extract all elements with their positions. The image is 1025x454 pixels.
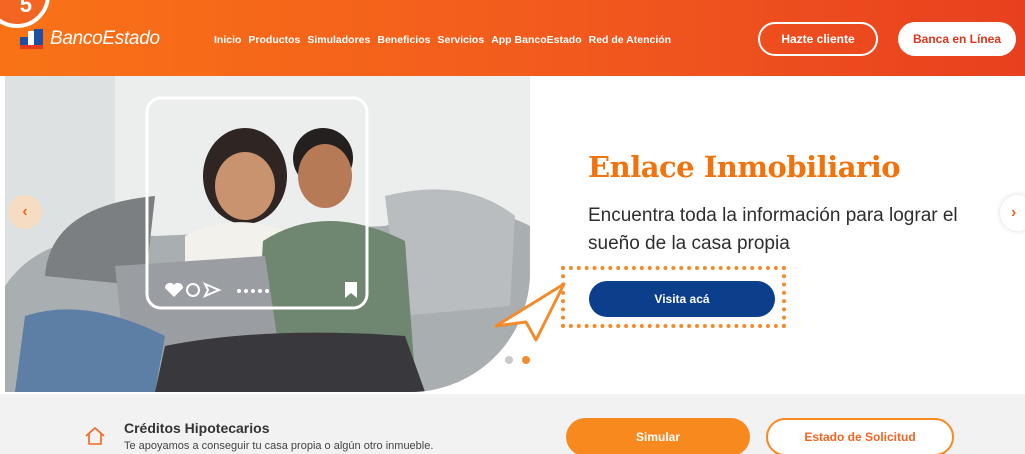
nav-item-beneficios[interactable]: Beneficios — [377, 34, 430, 46]
main-nav: Inicio Productos Simuladores Beneficios … — [214, 34, 671, 46]
banca-en-linea-button[interactable]: Banca en Línea — [898, 22, 1016, 56]
chevron-left-icon: ‹ — [22, 203, 28, 220]
hero-carousel: ‹ › Enlace Inmobiliario Encuentra toda l… — [0, 76, 1025, 394]
hero-image — [5, 76, 530, 392]
product-title: Créditos Hipotecarios — [124, 420, 270, 436]
hero-description: Encuentra toda la información para logra… — [588, 205, 958, 254]
nav-item-inicio[interactable]: Inicio — [214, 34, 241, 46]
simular-button[interactable]: Simular — [566, 418, 750, 454]
nav-item-simuladores[interactable]: Simuladores — [307, 34, 370, 46]
nav-item-servicios[interactable]: Servicios — [437, 34, 484, 46]
carousel-dots — [505, 356, 530, 364]
hero-title: Enlace Inmobiliario — [588, 150, 901, 184]
nav-item-red-atencion[interactable]: Red de Atención — [589, 34, 671, 46]
page: BancoEstado Inicio Productos Simuladores… — [0, 0, 1025, 454]
house-icon — [85, 427, 105, 445]
badge-glyph: 5 — [19, 0, 32, 17]
product-subtitle: Te apoyamos a conseguir tu casa propia o… — [124, 440, 434, 452]
logo-icon — [20, 29, 44, 49]
carousel-dot[interactable] — [505, 356, 513, 364]
hazte-cliente-button[interactable]: Hazte cliente — [758, 22, 878, 56]
carousel-next-button[interactable]: › — [1000, 195, 1025, 231]
hero-illustration — [5, 76, 530, 392]
carousel-dot-active[interactable] — [522, 356, 530, 364]
estado-solicitud-button[interactable]: Estado de Solicitud — [766, 418, 954, 454]
top-navbar: BancoEstado Inicio Productos Simuladores… — [0, 0, 1025, 76]
logo-wordmark: BancoEstado — [50, 28, 160, 49]
product-strip: Créditos Hipotecarios Te apoyamos a cons… — [0, 394, 1025, 454]
bancoestado-logo[interactable]: BancoEstado — [20, 28, 160, 50]
nav-item-app[interactable]: App BancoEstado — [491, 34, 581, 46]
chevron-right-icon: › — [1011, 204, 1017, 221]
cursor-arrow-icon — [494, 282, 566, 342]
visita-aca-button[interactable]: Visita acá — [589, 281, 775, 317]
nav-item-productos[interactable]: Productos — [248, 34, 300, 46]
carousel-prev-button[interactable]: ‹ — [8, 195, 42, 229]
